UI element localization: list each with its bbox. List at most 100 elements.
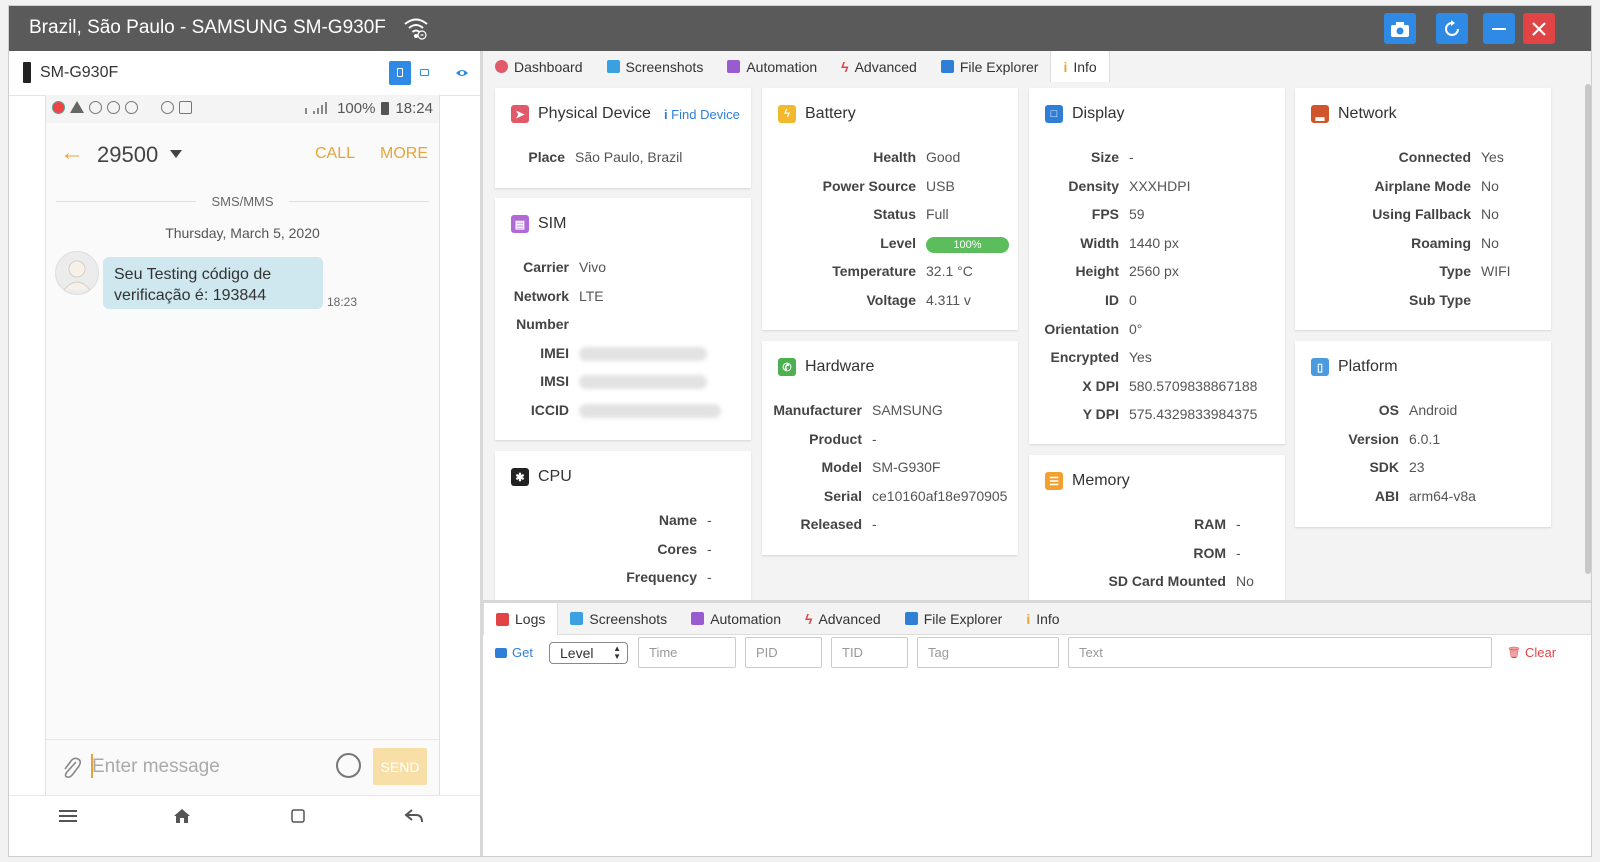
time-filter-input[interactable]: Time: [638, 637, 736, 668]
camera-icon: [606, 60, 620, 73]
info-row: SD Card Mounted No: [1029, 573, 1254, 589]
info-row: Number: [495, 316, 579, 332]
eye-icon[interactable]: [455, 68, 469, 78]
info-row: FPS 59: [1029, 206, 1145, 222]
info-row: Orientation 0°: [1029, 321, 1142, 337]
back-icon[interactable]: [404, 808, 424, 829]
tab-automation[interactable]: Automation: [679, 603, 793, 634]
row-key: Status: [873, 206, 916, 222]
display-icon: □: [1045, 105, 1063, 123]
row-value: -: [1236, 516, 1241, 532]
tab-info[interactable]: i Info: [1014, 603, 1071, 634]
portrait-button[interactable]: [389, 61, 411, 85]
row-key: Number: [516, 316, 569, 332]
tab-label: Logs: [515, 611, 546, 627]
notification-icon: [161, 101, 174, 114]
tab-logs[interactable]: Logs: [483, 603, 559, 635]
row-value-redacted: [579, 402, 721, 421]
home-icon[interactable]: [173, 808, 191, 829]
screenshot-button[interactable]: [1384, 13, 1416, 44]
avatar: [55, 251, 99, 295]
tab-advanced[interactable]: ϟ Advanced: [793, 603, 893, 634]
row-value: São Paulo, Brazil: [575, 149, 683, 165]
scrollbar-thumb[interactable]: [1585, 84, 1591, 574]
info-scrollbar[interactable]: [1583, 82, 1591, 600]
phone-screen[interactable]: 100% 18:24 ← 29500 CALL MORE SMS/MMS Thu…: [45, 95, 440, 795]
close-icon: [1532, 21, 1546, 36]
contact-number[interactable]: 29500: [97, 142, 158, 168]
emoji-icon[interactable]: [336, 753, 361, 778]
get-logs-button[interactable]: Get: [495, 645, 533, 660]
automation-icon: [727, 60, 741, 73]
bolt-icon: ϟ: [841, 58, 849, 75]
row-key: Health: [873, 149, 916, 165]
tab-label: File Explorer: [923, 610, 1003, 627]
tab-screenshots[interactable]: Screenshots: [595, 51, 716, 82]
tab-file-explorer[interactable]: File Explorer: [929, 51, 1051, 82]
minimize-button[interactable]: [1483, 13, 1515, 44]
location-arrow-icon: ➤: [511, 105, 529, 123]
platform-card: ▯ Platform OS Android Version 6.0.1 SDK 23 …: [1295, 341, 1551, 527]
log-filters: Get Level ▲ ▼ Time PID TID Tag Text 🗑 Cle…: [483, 635, 1591, 675]
info-row: Connected Yes: [1295, 149, 1504, 165]
cpu-icon: ✱: [511, 468, 529, 486]
paperclip-icon[interactable]: [60, 756, 82, 780]
row-key: ROM: [1193, 545, 1226, 561]
message-bubble[interactable]: Seu Testing código de verificação é: 193…: [103, 257, 323, 309]
wifi-icon: [404, 18, 428, 40]
tab-dashboard[interactable]: Dashboard: [483, 51, 595, 82]
tab-automation[interactable]: Automation: [715, 51, 829, 82]
row-value: Android: [1409, 402, 1458, 418]
info-row: IMEI: [495, 345, 707, 364]
call-button[interactable]: CALL: [315, 145, 355, 163]
row-value-redacted: [579, 345, 707, 364]
info-row: Frequency -: [495, 569, 711, 585]
battery-bolt-icon: ϟ: [778, 105, 796, 123]
message-input[interactable]: Enter message: [92, 756, 220, 778]
row-key: Y DPI: [1082, 406, 1119, 422]
notification-icon: [89, 101, 102, 114]
row-value: 0°: [1129, 321, 1143, 337]
tab-info[interactable]: i Info: [1050, 51, 1110, 83]
memory-card: ☰ Memory RAM - ROM - SD Card Mounted No: [1029, 455, 1285, 600]
clear-logs-button[interactable]: 🗑 Clear: [1507, 645, 1556, 660]
phone-status-bar: 100% 18:24: [46, 95, 439, 123]
pid-filter-input[interactable]: PID: [745, 637, 822, 668]
send-button[interactable]: SEND: [373, 748, 427, 785]
level-select[interactable]: Level ▲ ▼: [549, 642, 628, 664]
clear-label: Clear: [1524, 645, 1557, 660]
row-value: -: [872, 516, 877, 532]
database-icon: ☰: [1045, 472, 1063, 490]
back-arrow-icon[interactable]: ←: [60, 139, 84, 167]
log-output[interactable]: [483, 675, 1591, 856]
close-button[interactable]: [1523, 13, 1555, 44]
row-value: 0: [1129, 292, 1137, 308]
notification-icons: [52, 101, 192, 114]
message-row: Seu Testing código de verificação é: 193…: [46, 249, 439, 319]
person-icon: [63, 260, 91, 291]
row-key: Product: [809, 431, 862, 447]
chevron-down-icon[interactable]: [170, 150, 182, 158]
row-key: RAM: [1194, 516, 1226, 532]
overview-icon[interactable]: [290, 808, 306, 829]
signal-bars-icon: ▂: [1311, 105, 1329, 123]
tab-label: Advanced: [854, 58, 917, 75]
row-key: Height: [1075, 263, 1119, 279]
tag-filter-input[interactable]: Tag: [917, 637, 1059, 668]
row-value: Yes: [1481, 149, 1504, 165]
tab-file-explorer[interactable]: File Explorer: [893, 603, 1015, 634]
tab-screenshots[interactable]: Screenshots: [558, 603, 679, 634]
row-value: Yes: [1129, 349, 1152, 365]
card-header: □ Display: [1045, 105, 1124, 123]
row-value: 4.311 v: [926, 292, 971, 308]
landscape-button[interactable]: [420, 69, 429, 76]
notification-icon: [125, 101, 138, 114]
find-device-link[interactable]: i Find Device: [664, 107, 740, 122]
more-button[interactable]: MORE: [380, 145, 428, 163]
tid-filter-input[interactable]: TID: [831, 637, 908, 668]
tab-advanced[interactable]: ϟ Advanced: [829, 51, 929, 82]
text-filter-input[interactable]: Text: [1068, 637, 1492, 668]
reconnect-button[interactable]: [1436, 13, 1468, 44]
menu-icon[interactable]: [59, 808, 77, 829]
row-value: No: [1236, 573, 1254, 589]
